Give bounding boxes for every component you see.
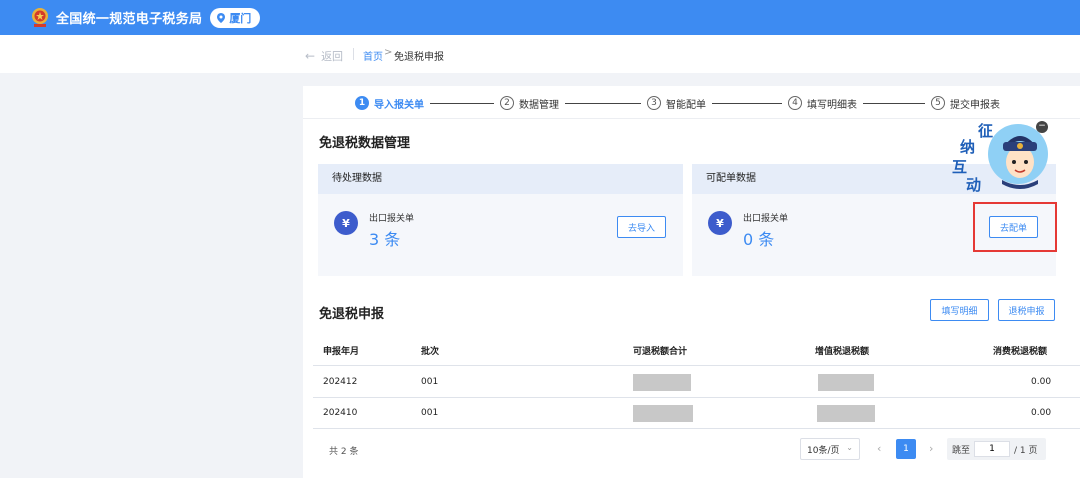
redacted-cell [817,398,875,428]
redacted-cell [818,367,874,397]
page-size-value: 10条/页 [807,445,840,456]
matchable-count: 0 条 [743,230,775,249]
back-arrow-icon: ← [305,49,316,63]
mascot-char: 互 [952,158,967,176]
column-header: 可退税额合计 [633,347,688,357]
step-label: 智能配单 [666,99,706,111]
table-header: 申报年月 批次 可退税额合计 增值税退税额 消费税退税额 [313,336,1080,366]
redacted-cell [633,367,691,397]
table-row[interactable]: 202410 001 0.00 [313,398,1080,429]
total-pages-label: / 1 页 [1014,445,1038,456]
step-connector [430,102,494,104]
divider [353,48,354,60]
step-fill-details[interactable]: 4 填写明细表 [788,96,857,111]
next-page-button[interactable]: › [929,442,933,455]
step-data-management[interactable]: 2 数据管理 [500,96,559,111]
main-panel: 1 导入报关单 2 数据管理 3 智能配单 4 填写明细表 5 提交申报表 免退… [303,86,1080,478]
national-emblem-icon [30,7,50,29]
fill-details-button[interactable]: 填写明细 [930,299,989,321]
page-jump-input[interactable] [974,441,1011,457]
back-label: 返回 [321,50,344,63]
step-import[interactable]: 1 导入报关单 [355,96,424,111]
page-size-select[interactable]: 10条/页 ⌄ [800,438,860,460]
batch-cell: 001 [421,377,439,387]
city-selector[interactable]: 厦门 [210,7,261,28]
section-title-declaration: 免退税申报 [319,307,385,322]
period-cell: 202410 [323,408,358,418]
step-connector [565,102,641,104]
step-connector [863,102,925,104]
step-connector [712,102,782,104]
mascot-icon: 征 纳 互 动 [952,122,1048,194]
step-number: 4 [788,96,802,110]
section-title-data-management: 免退税数据管理 [319,136,411,151]
customs-declaration-icon: ¥ [334,211,358,235]
breadcrumb-current: 免退税申报 [394,52,444,63]
breadcrumb-home[interactable]: 首页 [363,48,383,63]
mascot-widget[interactable]: 征 纳 互 动 [948,118,1048,198]
redacted-cell [633,398,693,428]
mascot-char: 征 [978,122,993,140]
jump-label: 跳至 [952,445,971,456]
step-label: 导入报关单 [374,99,424,111]
column-header: 增值税退税额 [815,347,870,357]
breadcrumb-bar: ← 返回 首页 > 免退税申报 [0,35,1080,73]
step-number: 3 [647,96,661,110]
step-label: 提交申报表 [950,99,1000,111]
go-import-button[interactable]: 去导入 [617,216,666,238]
pending-data-panel: 待处理数据 ¥ 出口报关单 3 条 去导入 [318,164,683,276]
column-header: 消费税退税额 [993,347,1048,357]
refund-declare-button[interactable]: 退税申报 [998,299,1055,321]
column-header: 批次 [421,347,440,357]
step-label: 填写明细表 [807,99,857,111]
total-count: 共 2 条 [329,447,359,457]
prev-page-button[interactable]: ‹ [877,442,881,455]
consumption-refund-cell: 0.00 [1031,408,1052,418]
highlight-box [973,202,1057,252]
column-header: 申报年月 [323,347,360,357]
site-title: 全国统一规范电子税务局 [56,12,203,27]
page-jump: 跳至 / 1 页 [947,438,1046,460]
minimize-icon[interactable]: − [1036,121,1048,133]
top-bar: 全国统一规范电子税务局 厦门 [0,0,1080,35]
city-label: 厦门 [229,11,252,25]
breadcrumb-separator: > [384,47,393,58]
mascot-char: 动 [966,176,981,194]
chevron-down-icon: ⌄ [846,443,853,452]
batch-cell: 001 [421,408,439,418]
panel-title: 待处理数据 [318,164,683,194]
table-row[interactable]: 202412 001 0.00 [313,367,1080,398]
mascot-char: 纳 [960,138,975,156]
data-kind-label: 出口报关单 [743,214,789,224]
step-number: 1 [355,96,369,110]
location-pin-icon [217,12,226,23]
step-indicator: 1 导入报关单 2 数据管理 3 智能配单 4 填写明细表 5 提交申报表 [355,94,1000,112]
step-number: 5 [931,96,945,110]
data-kind-label: 出口报关单 [369,214,415,224]
step-number: 2 [500,96,514,110]
step-submit[interactable]: 5 提交申报表 [931,96,1000,111]
consumption-refund-cell: 0.00 [1031,377,1052,387]
back-link[interactable]: ← 返回 [305,48,343,64]
step-smart-match[interactable]: 3 智能配单 [647,96,706,111]
page-number-current[interactable]: 1 [896,439,916,459]
pending-count: 3 条 [369,230,401,249]
customs-declaration-icon: ¥ [708,211,732,235]
step-label: 数据管理 [519,99,559,111]
period-cell: 202412 [323,377,358,387]
